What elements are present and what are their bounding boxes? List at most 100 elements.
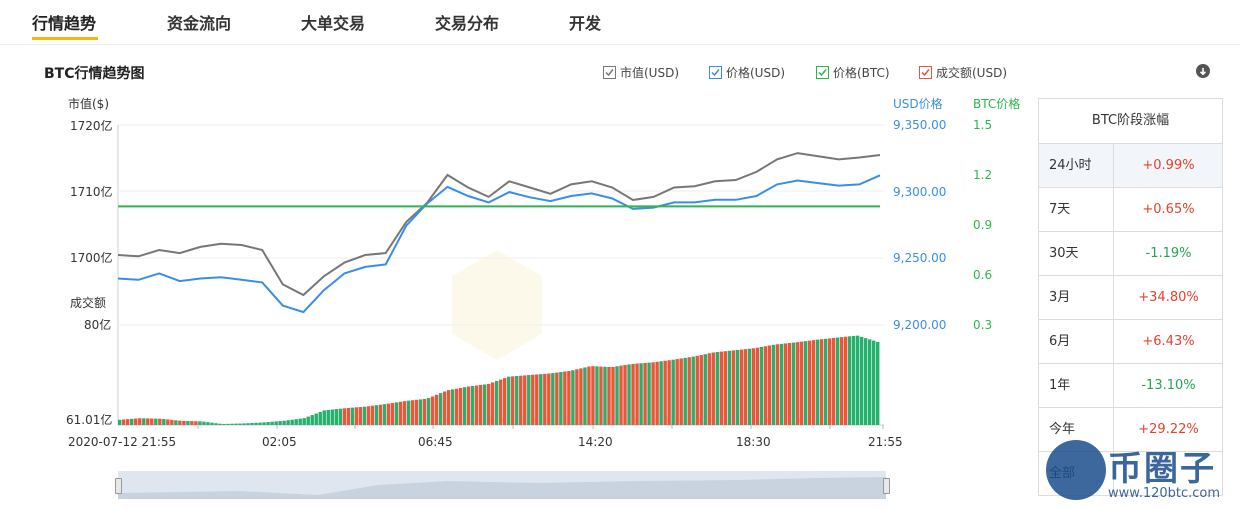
volume-bar (787, 343, 792, 425)
volume-bar (539, 374, 543, 425)
volume-bar (831, 337, 836, 425)
volume-bar (547, 373, 551, 425)
volume-tick-label: 80亿 (84, 317, 111, 332)
volume-bar (318, 411, 322, 425)
volume-bar (619, 365, 623, 425)
volume-bar (631, 363, 635, 425)
volume-bar (170, 419, 174, 425)
volume-bar (190, 421, 194, 425)
usd-tick-label: 9,200.00 (893, 318, 946, 332)
volume-bar (663, 360, 667, 425)
volume-bar (735, 349, 740, 425)
volume-bar (875, 341, 880, 425)
period-label: 30天 (1049, 232, 1114, 275)
period-row-7d[interactable]: 7天 +0.65% (1039, 188, 1222, 232)
volume-bar (182, 420, 186, 425)
volume-bar (406, 400, 411, 425)
period-row-30d[interactable]: 30天 -1.19% (1039, 232, 1222, 276)
watermark-url: www.120btc.com (1108, 486, 1221, 501)
volume-bar (446, 390, 451, 425)
volume-bar (759, 346, 764, 425)
btc-tick-label: 0.3 (973, 318, 992, 332)
x-tick-label: 21:55 (868, 435, 903, 449)
volume-bar (679, 358, 683, 425)
range-handle-left[interactable] (115, 478, 122, 494)
volume-bar (715, 352, 719, 425)
volume-bar (671, 359, 675, 425)
volume-bar (194, 421, 198, 425)
volume-bar (535, 374, 539, 425)
volume-bar (791, 342, 796, 425)
volume-bar (531, 374, 535, 425)
period-row-1y[interactable]: 1年 -13.10% (1039, 364, 1222, 408)
period-change: +0.65% (1142, 202, 1195, 217)
volume-bar (322, 410, 326, 425)
volume-bar (595, 366, 599, 425)
period-row-24h[interactable]: 24小时 +0.99% (1039, 144, 1222, 188)
volume-bar (599, 366, 603, 425)
stage-change-panel: BTC阶段涨幅 24小时 +0.99% 7天 +0.65% 30天 -1.19% 3月… (1038, 98, 1223, 496)
x-tick-label: 18:30 (736, 435, 771, 449)
volume-bar (326, 409, 330, 425)
period-change: -13.10% (1141, 378, 1196, 393)
period-change: +34.80% (1138, 290, 1199, 305)
volume-bar (515, 376, 519, 425)
volume-bar (258, 422, 262, 425)
volume-bar (703, 354, 707, 425)
volume-bar (627, 364, 631, 425)
volume-bar (214, 423, 218, 425)
period-row-3m[interactable]: 3月 +34.80% (1039, 276, 1222, 320)
volume-bar (138, 418, 142, 425)
volume-bar (302, 418, 306, 425)
x-tick-label: 14:20 (578, 435, 613, 449)
volume-bar (687, 357, 691, 425)
volume-bar (635, 363, 639, 425)
volume-bar (855, 335, 860, 425)
volume-bar (390, 403, 395, 425)
volume-bar (559, 372, 563, 425)
volume-bar (847, 336, 852, 425)
volume-bar (563, 371, 567, 425)
volume-bar (490, 382, 495, 425)
volume-bar (290, 419, 294, 425)
volume-bar (242, 423, 246, 425)
volume-bar (691, 356, 695, 425)
period-row-6m[interactable]: 6月 +6.43% (1039, 320, 1222, 364)
volume-bar (519, 375, 523, 425)
volume-bar (731, 350, 736, 425)
volume-bar (130, 418, 134, 425)
volume-bar (699, 354, 703, 425)
volume-bar (202, 421, 206, 425)
range-handle-right[interactable] (883, 478, 890, 494)
volume-bar (458, 387, 463, 425)
volume-bar (358, 407, 363, 425)
volume-bar (270, 421, 274, 425)
volume-bar (507, 376, 511, 425)
x-tick-label: 06:45 (418, 435, 453, 449)
period-label: 24小时 (1049, 144, 1114, 187)
volume-bar (398, 401, 403, 425)
volume-bar (859, 336, 864, 425)
volume-bar (294, 419, 298, 425)
volume-bar (767, 345, 772, 425)
volume-bar (434, 394, 439, 425)
volume-bar (555, 372, 559, 425)
volume-bar (815, 339, 820, 425)
volume-bar (723, 351, 727, 425)
volume-bar (370, 405, 375, 425)
volume-bar (414, 399, 419, 425)
volume-bars (118, 335, 880, 425)
btc-tick-label: 1.5 (973, 118, 992, 132)
volume-bar (827, 338, 832, 425)
range-navigator[interactable] (118, 471, 886, 499)
volume-bar (851, 335, 856, 425)
volume-bar (154, 418, 158, 425)
volume-bar (314, 413, 318, 425)
volume-bar (426, 398, 431, 425)
btc-tick-label: 0.6 (973, 268, 992, 282)
volume-bar (843, 336, 848, 425)
volume-bar (206, 422, 210, 425)
volume-bar (571, 370, 575, 425)
volume-bar (494, 381, 499, 425)
volume-bar (747, 348, 752, 425)
